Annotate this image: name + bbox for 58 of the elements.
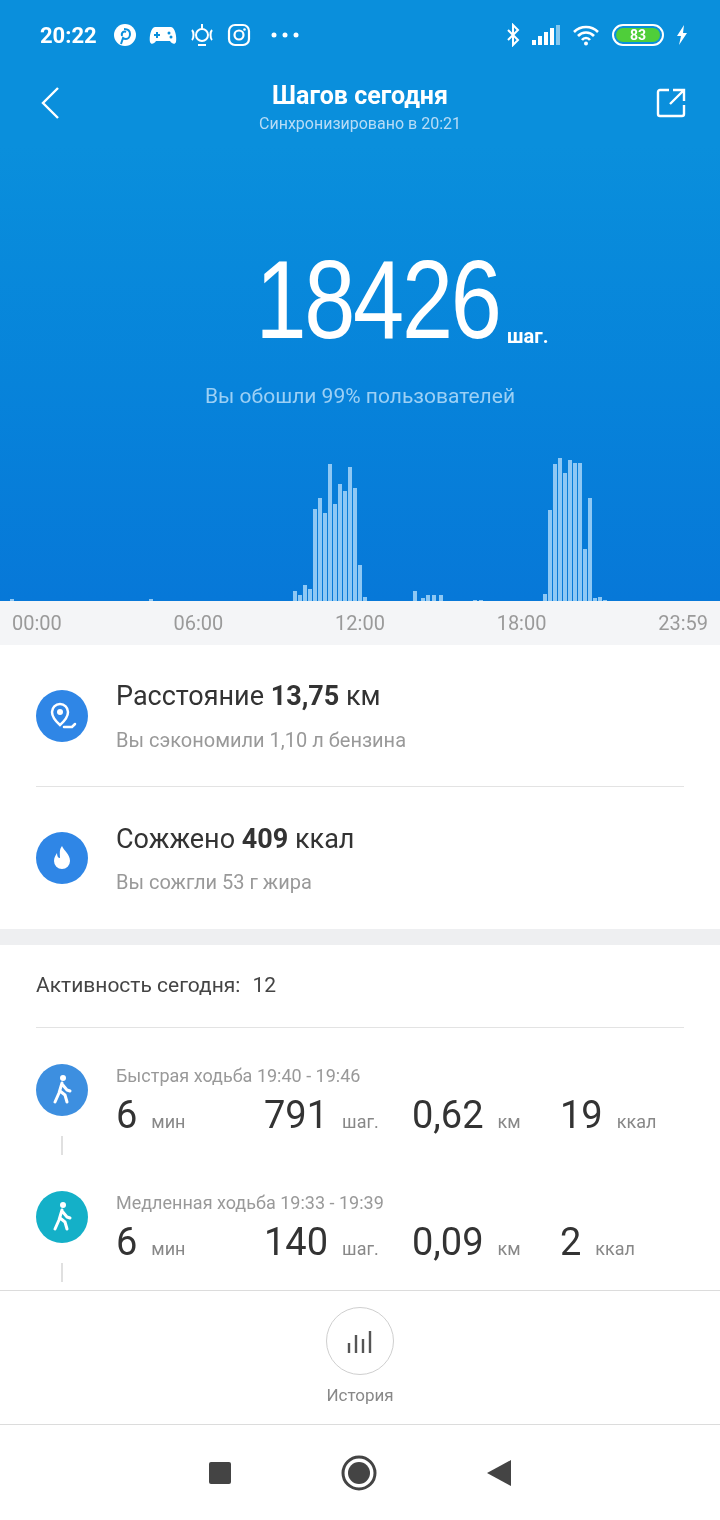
flame-icon	[36, 832, 88, 884]
stat-value: 6	[116, 1092, 138, 1138]
signal-icon	[532, 25, 560, 45]
metric-title: Расстояние 13,75 км	[116, 679, 382, 715]
ranking-caption: Вы обошли 99% пользователей	[205, 383, 515, 410]
activity-count: 12	[252, 972, 277, 1000]
pin-icon	[112, 23, 137, 47]
activity-label: Активность сегодня:	[36, 972, 241, 1000]
stat-unit: км	[497, 1110, 521, 1134]
stat-value: 2	[560, 1219, 582, 1265]
stat-value: 140	[264, 1219, 329, 1265]
metric-note: Вы сэкономили 1,10 л бензина	[116, 726, 407, 754]
stat-unit: шаг.	[342, 1237, 379, 1261]
back-icon[interactable]	[487, 1459, 511, 1486]
camera-icon	[226, 23, 251, 47]
bar-chart-icon	[346, 1328, 374, 1353]
time-axis-label: 18:00	[496, 610, 547, 637]
wifi-icon	[572, 24, 600, 46]
time-axis-label: 12:00	[335, 610, 385, 637]
metric-title: Сожжено 409 ккал	[116, 821, 355, 857]
histogram-bar	[432, 595, 436, 601]
battery-indicator: 83	[612, 24, 664, 46]
activity-title: Быстрая ходьба 19:40 - 19:46	[116, 1064, 362, 1088]
stat-value: 791	[264, 1092, 329, 1138]
bluetooth-icon	[506, 23, 520, 47]
home-icon[interactable]	[341, 1454, 377, 1491]
emblem-icon	[188, 22, 215, 48]
metric-note: Вы сожгли 53 г жира	[116, 869, 313, 897]
histogram-bar	[413, 591, 417, 601]
time-axis-label: 23:59	[658, 610, 708, 637]
gamepad-icon	[148, 24, 177, 46]
back-button[interactable]	[40, 86, 60, 120]
stat-unit: шаг.	[342, 1110, 379, 1134]
page-title: Шагов сегодня	[272, 79, 448, 112]
activity-title: Медленная ходьба 19:33 - 19:39	[116, 1191, 385, 1215]
location-pin-icon	[36, 689, 88, 742]
stat-unit: мин	[151, 1110, 186, 1134]
status-time: 20:22	[40, 21, 97, 50]
stat-value: 6	[116, 1219, 138, 1265]
stat-unit: ккал	[616, 1110, 657, 1134]
stat-value: 19	[560, 1092, 603, 1138]
sync-status: Синхронизировано в 20:21	[259, 112, 461, 135]
step-unit: шаг.	[507, 323, 549, 350]
recents-icon[interactable]	[209, 1461, 231, 1484]
share-icon	[656, 88, 686, 118]
stat-unit: мин	[151, 1237, 186, 1261]
more-icon	[270, 32, 299, 38]
history-label: История	[326, 1383, 394, 1407]
time-axis-label: 00:00	[12, 610, 62, 637]
histogram-bar	[439, 595, 443, 601]
stat-value: 0,62	[412, 1092, 484, 1138]
back-icon	[40, 86, 60, 120]
stat-unit: ккал	[595, 1237, 635, 1261]
charging-icon	[676, 25, 688, 45]
stat-unit: км	[497, 1237, 521, 1261]
step-count: 18426	[255, 245, 499, 355]
time-axis-label: 06:00	[173, 610, 224, 637]
stat-value: 0,09	[412, 1219, 484, 1265]
